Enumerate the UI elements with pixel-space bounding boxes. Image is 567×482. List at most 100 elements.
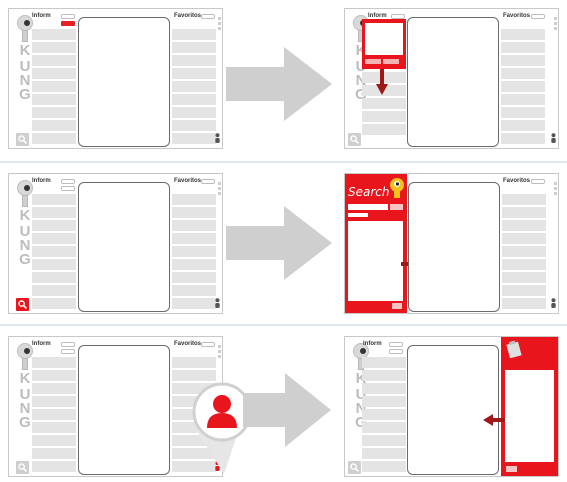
list-item[interactable] xyxy=(362,396,406,407)
list-item[interactable] xyxy=(501,133,545,144)
list-item[interactable] xyxy=(32,396,76,407)
list-item[interactable] xyxy=(32,383,76,394)
list-item[interactable] xyxy=(172,107,216,118)
list-item[interactable] xyxy=(32,81,76,92)
list-item[interactable] xyxy=(172,285,216,296)
list-item[interactable] xyxy=(501,107,545,118)
favorites-field[interactable] xyxy=(201,14,215,19)
list-item[interactable] xyxy=(362,98,406,109)
list-item[interactable] xyxy=(502,285,546,296)
search-button[interactable] xyxy=(61,21,75,26)
list-item[interactable] xyxy=(32,107,76,118)
list-item[interactable] xyxy=(32,259,76,270)
user-icon[interactable] xyxy=(215,298,220,308)
favorites-field[interactable] xyxy=(531,14,545,19)
search-field-secondary[interactable] xyxy=(61,349,75,354)
list-item[interactable] xyxy=(32,55,76,66)
list-item[interactable] xyxy=(501,55,545,66)
list-item[interactable] xyxy=(502,272,546,283)
favorites-field[interactable] xyxy=(201,342,215,347)
list-item[interactable] xyxy=(502,220,546,231)
list-item[interactable] xyxy=(502,259,546,270)
list-item[interactable] xyxy=(362,370,406,381)
list-item[interactable] xyxy=(172,68,216,79)
list-item[interactable] xyxy=(32,42,76,53)
list-item[interactable] xyxy=(32,194,76,205)
list-item[interactable] xyxy=(362,357,406,368)
search-field[interactable] xyxy=(389,342,403,347)
list-item[interactable] xyxy=(32,448,76,459)
list-item[interactable] xyxy=(172,272,216,283)
list-item[interactable] xyxy=(172,233,216,244)
list-item[interactable] xyxy=(172,207,216,218)
list-item[interactable] xyxy=(32,461,76,472)
list-item[interactable] xyxy=(362,461,406,472)
search-close-button[interactable] xyxy=(392,303,402,309)
list-item[interactable] xyxy=(362,422,406,433)
list-item[interactable] xyxy=(172,259,216,270)
list-item[interactable] xyxy=(501,42,545,53)
list-item[interactable] xyxy=(32,422,76,433)
list-item[interactable] xyxy=(501,81,545,92)
search-field[interactable] xyxy=(61,179,75,184)
list-item[interactable] xyxy=(502,194,546,205)
search-toggle-button[interactable] xyxy=(16,133,29,146)
list-item[interactable] xyxy=(501,120,545,131)
user-icon[interactable] xyxy=(215,133,220,143)
list-item[interactable] xyxy=(172,29,216,40)
favorites-field[interactable] xyxy=(531,179,545,184)
list-item[interactable] xyxy=(32,207,76,218)
list-item[interactable] xyxy=(172,42,216,53)
list-item[interactable] xyxy=(172,120,216,131)
list-item[interactable] xyxy=(362,409,406,420)
list-item[interactable] xyxy=(362,435,406,446)
list-item[interactable] xyxy=(362,124,406,135)
list-item[interactable] xyxy=(172,133,216,144)
popup-confirm-button[interactable] xyxy=(365,59,381,64)
list-item[interactable] xyxy=(502,246,546,257)
list-item[interactable] xyxy=(32,285,76,296)
search-field-secondary[interactable] xyxy=(61,186,75,191)
search-query-input[interactable] xyxy=(348,204,388,210)
list-item[interactable] xyxy=(172,194,216,205)
search-field-secondary[interactable] xyxy=(389,349,403,354)
list-item[interactable] xyxy=(32,357,76,368)
list-item[interactable] xyxy=(32,272,76,283)
list-item[interactable] xyxy=(32,409,76,420)
list-item[interactable] xyxy=(502,207,546,218)
user-icon[interactable] xyxy=(551,298,556,308)
list-item[interactable] xyxy=(502,233,546,244)
search-submit-button[interactable] xyxy=(390,204,403,210)
list-item[interactable] xyxy=(172,220,216,231)
list-item[interactable] xyxy=(32,233,76,244)
list-item[interactable] xyxy=(172,81,216,92)
list-item[interactable] xyxy=(32,29,76,40)
list-item[interactable] xyxy=(32,220,76,231)
user-icon[interactable] xyxy=(551,133,556,143)
search-option[interactable] xyxy=(348,213,368,217)
search-field[interactable] xyxy=(61,342,75,347)
search-field[interactable] xyxy=(61,14,75,19)
list-item[interactable] xyxy=(362,111,406,122)
list-item[interactable] xyxy=(32,298,76,309)
list-item[interactable] xyxy=(501,94,545,105)
list-item[interactable] xyxy=(172,357,216,368)
search-toggle-button[interactable] xyxy=(16,461,29,474)
list-item[interactable] xyxy=(362,383,406,394)
list-item[interactable] xyxy=(32,133,76,144)
list-item[interactable] xyxy=(32,435,76,446)
list-item[interactable] xyxy=(501,68,545,79)
search-toggle-button[interactable] xyxy=(16,298,29,311)
list-item[interactable] xyxy=(32,68,76,79)
list-item[interactable] xyxy=(502,298,546,309)
list-item[interactable] xyxy=(32,120,76,131)
popup-cancel-button[interactable] xyxy=(383,59,399,64)
list-item[interactable] xyxy=(172,246,216,257)
list-item[interactable] xyxy=(172,298,216,309)
list-item[interactable] xyxy=(362,448,406,459)
list-item[interactable] xyxy=(32,246,76,257)
list-item[interactable] xyxy=(172,94,216,105)
search-toggle-button[interactable] xyxy=(348,133,361,146)
search-toggle-button[interactable] xyxy=(348,461,361,474)
list-item[interactable] xyxy=(172,370,216,381)
